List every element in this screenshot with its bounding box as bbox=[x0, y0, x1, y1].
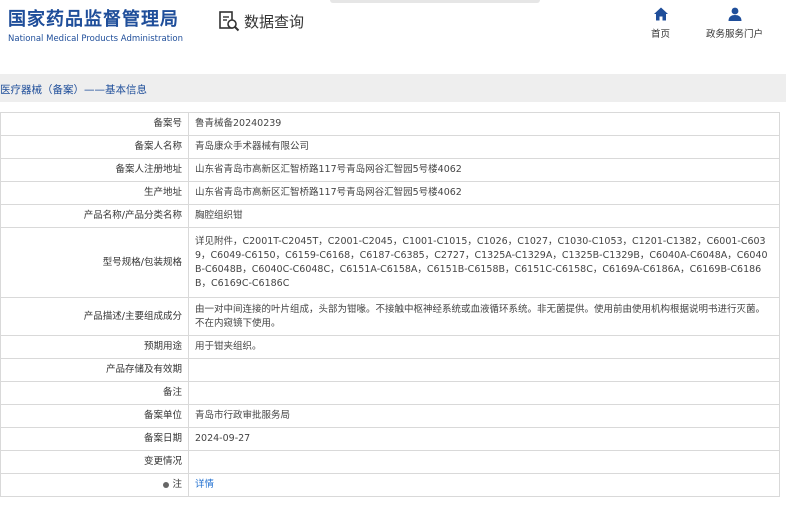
user-icon bbox=[728, 7, 741, 21]
field-value: 青岛市行政审批服务局 bbox=[188, 404, 780, 428]
nav-home-label: 首页 bbox=[651, 29, 671, 40]
query-title-text: 数据查询 bbox=[244, 12, 305, 31]
field-label: 备案日期 bbox=[0, 427, 189, 451]
field-label: 备案人注册地址 bbox=[0, 158, 189, 182]
table-row: 型号规格/包装规格 详见附件，C2001T-C2045T，C2001-C2045… bbox=[0, 227, 780, 298]
logo-en-text: National Medical Products Administration bbox=[8, 34, 183, 44]
table-row: 预期用途 用于钳夹组织。 bbox=[0, 335, 780, 359]
field-label: 预期用途 bbox=[0, 335, 189, 359]
table-row: 备案日期 2024-09-27 bbox=[0, 427, 780, 451]
field-value: 用于钳夹组织。 bbox=[188, 335, 780, 359]
field-value: 鲁青械备20240239 bbox=[188, 112, 780, 136]
field-value bbox=[188, 450, 780, 474]
record-detail-table: 备案号 鲁青械备20240239 备案人名称 青岛康众手术器械有限公司 备案人注… bbox=[0, 112, 780, 497]
field-label: 备注 bbox=[0, 381, 189, 405]
field-label: 备案人名称 bbox=[0, 135, 189, 159]
table-row: 备注 bbox=[0, 381, 780, 405]
field-label: 产品描述/主要组成成分 bbox=[0, 297, 189, 336]
site-logo[interactable]: 国家药品监督管理局 National Medical Products Admi… bbox=[8, 5, 183, 44]
field-label: 生产地址 bbox=[0, 181, 189, 205]
site-header: 国家药品监督管理局 National Medical Products Admi… bbox=[0, 0, 786, 56]
table-row: 产品描述/主要组成成分 由一对中间连接的叶片组成，头部为钳喙。不接触中枢神经系统… bbox=[0, 297, 780, 336]
home-icon bbox=[653, 7, 668, 21]
field-value: 青岛康众手术器械有限公司 bbox=[188, 135, 780, 159]
table-row: 备案人名称 青岛康众手术器械有限公司 bbox=[0, 135, 780, 159]
breadcrumb: 医疗器械（备案）——基本信息 bbox=[0, 84, 147, 96]
nav-home[interactable]: 首页 bbox=[651, 6, 670, 40]
note-label: 注 bbox=[172, 479, 182, 490]
data-query-title: 数据查询 bbox=[218, 10, 304, 32]
field-label: 备案单位 bbox=[0, 404, 189, 428]
table-row: 生产地址 山东省青岛市高新区汇智桥路117号青岛网谷汇智园5号楼4062 bbox=[0, 181, 780, 205]
top-strip bbox=[330, 0, 540, 3]
nav-service-portal[interactable]: 政务服务门户 bbox=[706, 6, 763, 40]
field-label: 型号规格/包装规格 bbox=[0, 227, 189, 298]
field-label: 备案号 bbox=[0, 112, 189, 136]
table-row: 注 详情 bbox=[0, 473, 780, 497]
field-value: 详见附件，C2001T-C2045T，C2001-C2045，C1001-C10… bbox=[188, 227, 780, 298]
pin-icon bbox=[163, 481, 170, 488]
field-label: 产品名称/产品分类名称 bbox=[0, 204, 189, 228]
details-link[interactable]: 详情 bbox=[195, 479, 214, 490]
nav-portal-label: 政务服务门户 bbox=[706, 29, 764, 40]
note-label-cell: 注 bbox=[0, 473, 189, 497]
table-row: 产品存储及有效期 bbox=[0, 358, 780, 382]
field-label: 产品存储及有效期 bbox=[0, 358, 189, 382]
table-row: 产品名称/产品分类名称 胸腔组织钳 bbox=[0, 204, 780, 228]
note-value-cell: 详情 bbox=[188, 473, 780, 497]
field-label: 变更情况 bbox=[0, 450, 189, 474]
field-value bbox=[188, 381, 780, 405]
table-row: 变更情况 bbox=[0, 450, 780, 474]
table-row: 备案单位 青岛市行政审批服务局 bbox=[0, 404, 780, 428]
field-value: 山东省青岛市高新区汇智桥路117号青岛网谷汇智园5号楼4062 bbox=[188, 158, 780, 182]
table-row: 备案号 鲁青械备20240239 bbox=[0, 112, 780, 136]
table-row: 备案人注册地址 山东省青岛市高新区汇智桥路117号青岛网谷汇智园5号楼4062 bbox=[0, 158, 780, 182]
field-value: 2024-09-27 bbox=[188, 427, 780, 451]
document-search-icon bbox=[219, 11, 240, 32]
field-value bbox=[188, 358, 780, 382]
field-value: 胸腔组织钳 bbox=[188, 204, 780, 228]
logo-cn-text: 国家药品监督管理局 bbox=[8, 9, 179, 30]
field-value: 山东省青岛市高新区汇智桥路117号青岛网谷汇智园5号楼4062 bbox=[188, 181, 780, 205]
field-value: 由一对中间连接的叶片组成，头部为钳喙。不接触中枢神经系统或血液循环系统。非无菌提… bbox=[188, 297, 780, 336]
